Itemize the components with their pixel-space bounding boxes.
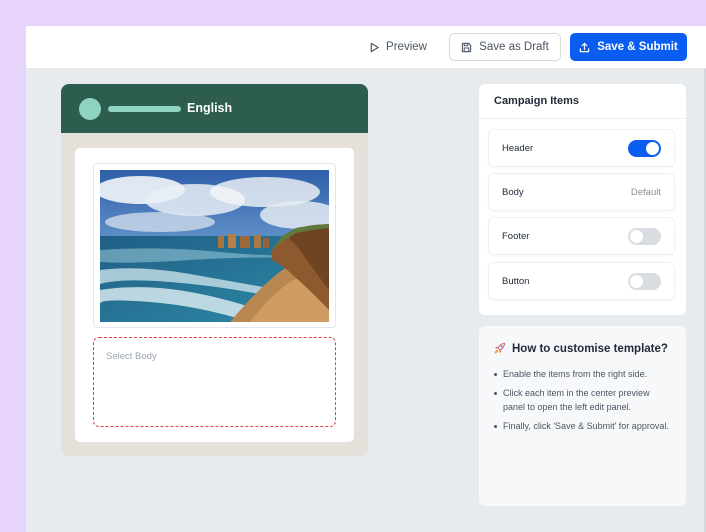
header-toggle[interactable] (628, 139, 661, 157)
preview-button[interactable]: Preview (362, 34, 434, 60)
play-icon (369, 42, 380, 53)
item-footer[interactable]: Footer (489, 218, 674, 254)
help-step: Click each item in the center preview pa… (493, 386, 672, 414)
item-body-label: Body (502, 186, 524, 198)
toggle-knob (630, 229, 643, 243)
help-title: How to customise template? (493, 342, 672, 355)
header-media[interactable] (93, 163, 336, 328)
header-image (100, 170, 329, 322)
save-submit-button[interactable]: Save & Submit (570, 33, 687, 61)
item-button[interactable]: Button (489, 263, 674, 299)
item-header[interactable]: Header (489, 130, 674, 166)
rocket-icon (493, 342, 506, 355)
save-draft-label: Save as Draft (479, 41, 549, 53)
footer-toggle[interactable] (628, 227, 661, 245)
avatar (79, 98, 101, 120)
help-steps: Enable the items from the right side. Cl… (493, 367, 672, 433)
upload-icon (579, 42, 590, 53)
help-step: Finally, click 'Save & Submit' for appro… (493, 419, 672, 433)
body-default-value: Default (630, 186, 661, 198)
chat-header: English (61, 84, 368, 133)
help-panel: How to customise template? Enable the it… (479, 326, 686, 506)
top-toolbar: Preview Save as Draft Save & Submit (26, 26, 706, 69)
campaign-items-panel: Campaign Items Header Body Default Foote… (479, 84, 686, 315)
item-body[interactable]: Body Default (489, 174, 674, 210)
item-button-label: Button (502, 275, 530, 287)
save-draft-button[interactable]: Save as Draft (449, 33, 561, 61)
template-editor: Preview Save as Draft Save & Submit Engl… (26, 26, 706, 532)
item-header-label: Header (502, 142, 534, 154)
save-icon (461, 42, 472, 53)
preview-label: Preview (386, 41, 427, 53)
button-toggle[interactable] (628, 272, 661, 290)
toggle-knob (630, 274, 643, 288)
item-footer-label: Footer (502, 230, 530, 242)
contact-name-placeholder (108, 106, 181, 112)
help-title-text: How to customise template? (512, 342, 668, 355)
campaign-items-title: Campaign Items (479, 84, 686, 119)
help-step: Enable the items from the right side. (493, 367, 672, 381)
whatsapp-preview: English Select Body (61, 84, 368, 456)
message-card: Select Body (75, 148, 354, 442)
save-submit-label: Save & Submit (597, 41, 678, 53)
toggle-knob (646, 141, 659, 155)
body-placeholder[interactable]: Select Body (93, 337, 336, 427)
language-label: English (187, 101, 233, 115)
